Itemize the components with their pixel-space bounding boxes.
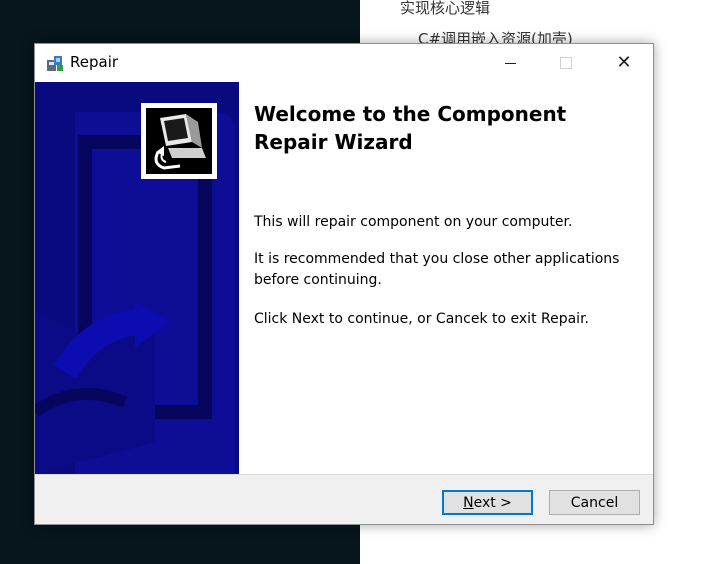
minimize-button[interactable] [481, 44, 539, 82]
wizard-side-banner [35, 82, 239, 474]
close-button[interactable]: ✕ [595, 44, 653, 82]
wizard-footer: Next > Cancel [35, 475, 653, 524]
next-button[interactable]: Next > [442, 490, 533, 515]
background-text-line-1: 实现核心逻辑 [400, 0, 491, 17]
maximize-icon [560, 57, 572, 69]
window-title: Repair [70, 53, 119, 71]
repair-emblem-frame [141, 103, 217, 179]
cancel-button[interactable]: Cancel [549, 490, 640, 515]
wizard-paragraph-2: It is recommended that you close other a… [254, 251, 620, 288]
installer-app-icon [45, 53, 65, 73]
minimize-icon [504, 62, 516, 64]
repair-dialog: Repair ✕ Welcome to the Component Repair… [34, 43, 654, 525]
wizard-paragraph-3: Click Next to continue, or Cancek to exi… [254, 311, 589, 327]
next-button-label: ext > [473, 494, 512, 511]
repair-computer-icon [146, 108, 212, 174]
wizard-heading: Welcome to the Component Repair Wizard [254, 102, 567, 154]
wizard-paragraph-1: This will repair component on your compu… [254, 214, 573, 230]
maximize-button [537, 44, 595, 82]
title-bar[interactable]: Repair ✕ [35, 44, 653, 82]
close-icon: ✕ [616, 52, 632, 73]
next-button-accelerator: N [463, 494, 474, 511]
cancel-button-label: Cancel [570, 494, 619, 511]
